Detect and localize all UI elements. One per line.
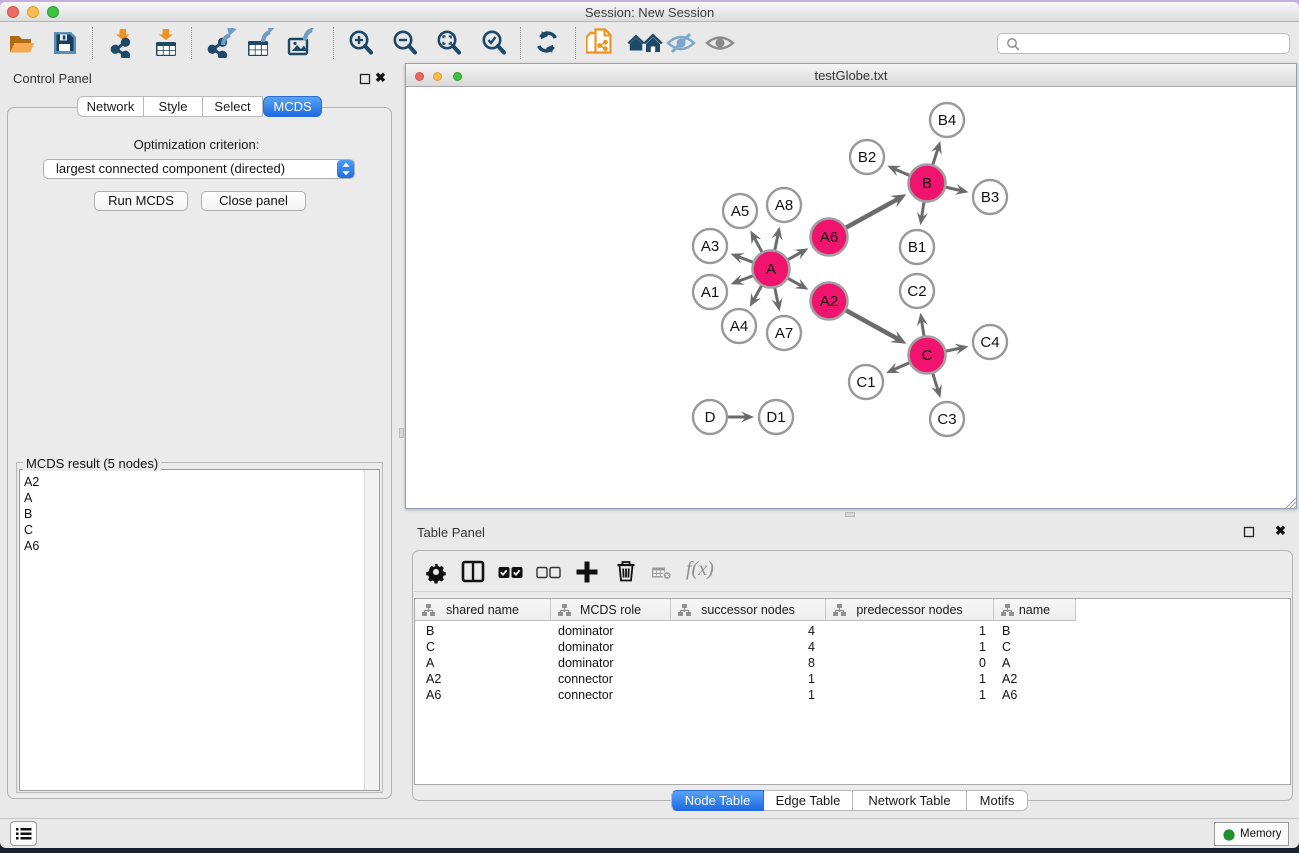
svg-text:A8: A8 xyxy=(775,197,793,214)
svg-text:C3: C3 xyxy=(937,411,956,428)
svg-text:A5: A5 xyxy=(731,203,749,220)
svg-text:A4: A4 xyxy=(730,318,748,335)
svg-text:C4: C4 xyxy=(980,334,999,351)
svg-text:A: A xyxy=(766,261,776,278)
svg-text:D1: D1 xyxy=(766,409,785,426)
svg-text:B3: B3 xyxy=(981,189,999,206)
svg-text:A1: A1 xyxy=(701,284,719,301)
svg-text:C1: C1 xyxy=(856,374,875,391)
svg-text:A3: A3 xyxy=(701,238,719,255)
svg-text:C2: C2 xyxy=(907,283,926,300)
svg-text:A6: A6 xyxy=(820,229,838,246)
svg-text:B1: B1 xyxy=(908,239,926,256)
svg-text:B: B xyxy=(922,175,932,192)
svg-text:C: C xyxy=(922,347,933,364)
svg-text:D: D xyxy=(705,409,716,426)
svg-text:A7: A7 xyxy=(775,325,793,342)
svg-text:B2: B2 xyxy=(858,149,876,166)
svg-text:B4: B4 xyxy=(938,112,956,129)
svg-text:A2: A2 xyxy=(820,293,838,310)
